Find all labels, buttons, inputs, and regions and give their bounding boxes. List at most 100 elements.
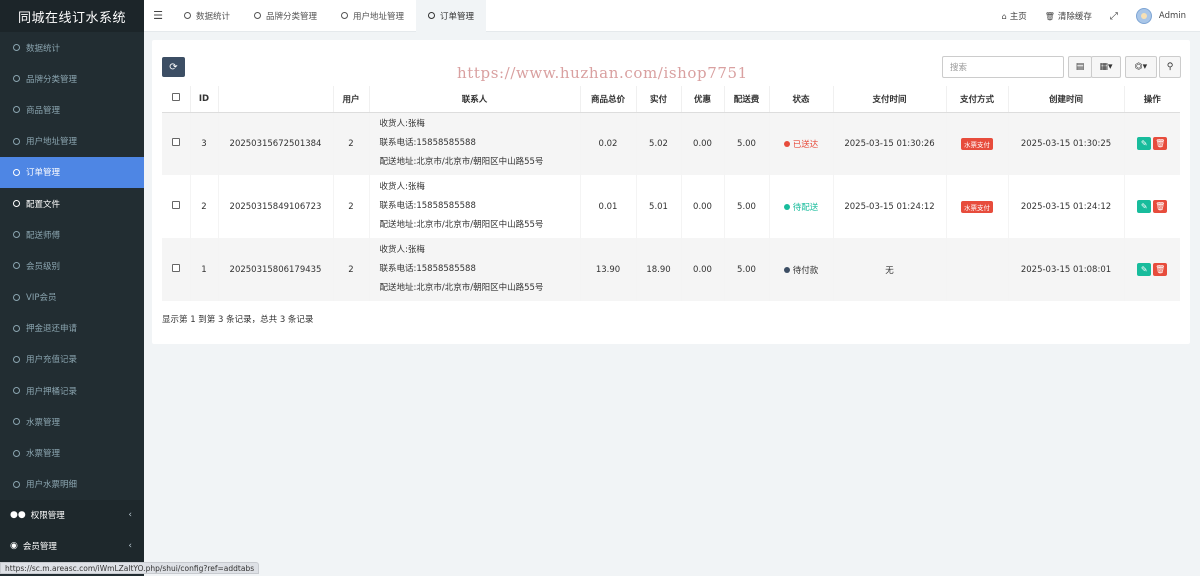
- app-title: 同城在线订水系统: [0, 0, 144, 32]
- contact-address: 配送地址:北京市/北京市/朝阳区中山路55号: [379, 220, 544, 230]
- col-created[interactable]: 创建时间: [1007, 86, 1124, 113]
- home-link[interactable]: ⌂ 主页: [993, 10, 1036, 23]
- pay-method-badge: 水票支付: [961, 137, 993, 150]
- tab-orders[interactable]: 订单管理: [416, 0, 487, 32]
- edit-button[interactable]: ✎: [1137, 200, 1152, 213]
- col-paid[interactable]: 实付: [635, 86, 681, 113]
- sidebar: 同城在线订水系统 数据统计 品牌分类管理 商品管理 用户地址管理 订单管理 配置…: [0, 0, 144, 576]
- columns-button[interactable]: ▦▾: [1091, 56, 1121, 78]
- sidebar-item-water-tickets[interactable]: 水票管理: [0, 406, 144, 437]
- circle-icon: [13, 262, 20, 270]
- search-input[interactable]: 搜索: [942, 56, 1064, 78]
- status-dot-icon: [783, 141, 790, 148]
- cell-paid: 18.90: [635, 238, 681, 301]
- col-pay-time[interactable]: 支付时间: [832, 86, 946, 113]
- export-button[interactable]: ⏣▾: [1125, 56, 1157, 78]
- edit-button[interactable]: ✎: [1137, 137, 1152, 151]
- user-name: Admin: [1158, 11, 1186, 21]
- select-all-checkbox[interactable]: [171, 93, 180, 102]
- sidebar-item-user-address[interactable]: 用户地址管理: [0, 126, 144, 157]
- advanced-search-button[interactable]: ⚲: [1159, 56, 1181, 78]
- col-fee[interactable]: 配送费: [723, 86, 769, 113]
- sidebar-item-products[interactable]: 商品管理: [0, 94, 144, 125]
- contact-address: 配送地址:北京市/北京市/朝阳区中山路55号: [379, 283, 544, 293]
- sidebar-group-label: 权限管理: [30, 511, 65, 522]
- sidebar-item-deposit-refund[interactable]: 押金退还申请: [0, 313, 144, 344]
- col-status[interactable]: 状态: [768, 86, 833, 113]
- sidebar-item-config[interactable]: 配置文件: [0, 188, 144, 219]
- sidebar-item-label: 水票管理: [26, 449, 61, 460]
- cell-status: 已送达: [768, 112, 833, 175]
- tab-label: 数据统计: [196, 11, 231, 22]
- cell-discount: 0.00: [680, 175, 724, 238]
- table-row[interactable]: 2 20250315849106723 2 收货人:张梅 联系电话:158585…: [162, 175, 1180, 238]
- row-checkbox[interactable]: [171, 264, 180, 272]
- sidebar-item-label: VIP会员: [26, 293, 57, 304]
- sidebar-item-label: 会员级别: [26, 261, 61, 272]
- tab-label: 订单管理: [440, 11, 475, 22]
- cell-total: 0.01: [579, 175, 636, 238]
- contact-phone: 联系电话:15858585588: [379, 201, 476, 211]
- col-id[interactable]: ID: [189, 86, 218, 113]
- row-select-cell: [162, 238, 190, 301]
- sidebar-item-water-tickets-2[interactable]: 水票管理: [0, 437, 144, 468]
- fullscreen-button[interactable]: ⤢: [1101, 11, 1127, 22]
- sidebar-item-ticket-details[interactable]: 用户水票明细: [0, 469, 144, 500]
- sidebar-item-vip[interactable]: VIP会员: [0, 282, 144, 313]
- col-pay-method[interactable]: 支付方式: [945, 86, 1008, 113]
- cell-id: 1: [189, 238, 218, 301]
- row-checkbox[interactable]: [171, 201, 180, 209]
- table-row[interactable]: 1 20250315806179435 2 收货人:张梅 联系电话:158585…: [162, 238, 1180, 301]
- col-total[interactable]: 商品总价: [579, 86, 636, 113]
- sidebar-item-brand-category[interactable]: 品牌分类管理: [0, 63, 144, 94]
- sidebar-item-data-stats[interactable]: 数据统计: [0, 32, 144, 63]
- sidebar-item-label: 水票管理: [26, 417, 61, 428]
- tab-user-address[interactable]: 用户地址管理: [329, 0, 416, 32]
- users-icon: ●●: [10, 510, 26, 521]
- tab-brand-category[interactable]: 品牌分类管理: [242, 0, 329, 32]
- row-checkbox[interactable]: [171, 138, 180, 147]
- select-all-header: [162, 86, 190, 113]
- sidebar-group-label: 会员管理: [22, 542, 57, 553]
- status-badge: 待付款: [792, 265, 819, 276]
- sidebar-item-member-levels[interactable]: 会员级别: [0, 250, 144, 281]
- cell-order-no: 20250315806179435: [217, 238, 333, 301]
- circle-icon: [13, 137, 20, 145]
- cell-fee: 5.00: [723, 238, 769, 301]
- edit-button[interactable]: ✎: [1137, 263, 1152, 276]
- tab-data-stats[interactable]: 数据统计: [172, 0, 242, 32]
- content-panel: ⟳ 搜索 ▤ ▦▾ ⏣▾ ⚲ ID 用户 联系人 商品总价 实付 优惠 配送费 …: [152, 40, 1190, 344]
- sidebar-item-label: 品牌分类管理: [26, 74, 78, 85]
- sidebar-item-recharge-records[interactable]: 用户充值记录: [0, 344, 144, 375]
- sidebar-item-label: 用户押桶记录: [26, 386, 78, 397]
- table-row[interactable]: 3 20250315672501384 2 收货人:张梅 联系电话:158585…: [162, 112, 1180, 175]
- sidebar-item-orders[interactable]: 订单管理: [0, 156, 144, 188]
- delete-button[interactable]: 🗑: [1153, 137, 1168, 151]
- delete-button[interactable]: 🗑: [1153, 200, 1168, 213]
- toggle-view-button[interactable]: ▤: [1068, 56, 1092, 78]
- col-user[interactable]: 用户: [332, 86, 369, 113]
- cell-pay-time: 2025-03-15 01:24:12: [832, 175, 946, 238]
- sidebar-item-label: 用户地址管理: [26, 137, 78, 148]
- pay-method-badge: 水票支付: [961, 200, 993, 213]
- refresh-button[interactable]: ⟳: [162, 57, 185, 77]
- sidebar-item-label: 用户充值记录: [26, 355, 78, 366]
- user-menu[interactable]: Admin: [1127, 8, 1200, 24]
- watermark: https://www.huzhan.com/ishop7751: [457, 64, 748, 82]
- col-contact[interactable]: 联系人: [368, 86, 580, 113]
- col-discount[interactable]: 优惠: [680, 86, 724, 113]
- status-dot-icon: [783, 267, 790, 273]
- clear-cache-button[interactable]: 🗑 清除缓存: [1036, 10, 1101, 23]
- circle-icon: [13, 449, 20, 457]
- refresh-icon: ⟳: [169, 61, 178, 73]
- row-select-cell: [162, 175, 190, 238]
- cell-order-no: 20250315672501384: [217, 112, 333, 175]
- sidebar-group-members[interactable]: ◉ 会员管理 ‹: [0, 530, 144, 562]
- menu-toggle-icon[interactable]: ☰: [144, 9, 172, 22]
- sidebar-group-permissions[interactable]: ●● 权限管理 ‹: [0, 499, 144, 531]
- delete-button[interactable]: 🗑: [1153, 263, 1168, 276]
- circle-icon: [13, 106, 20, 114]
- sidebar-item-bucket-deposit[interactable]: 用户押桶记录: [0, 375, 144, 406]
- contact-phone: 联系电话:15858585588: [379, 264, 476, 274]
- sidebar-item-couriers[interactable]: 配送师傅: [0, 219, 144, 250]
